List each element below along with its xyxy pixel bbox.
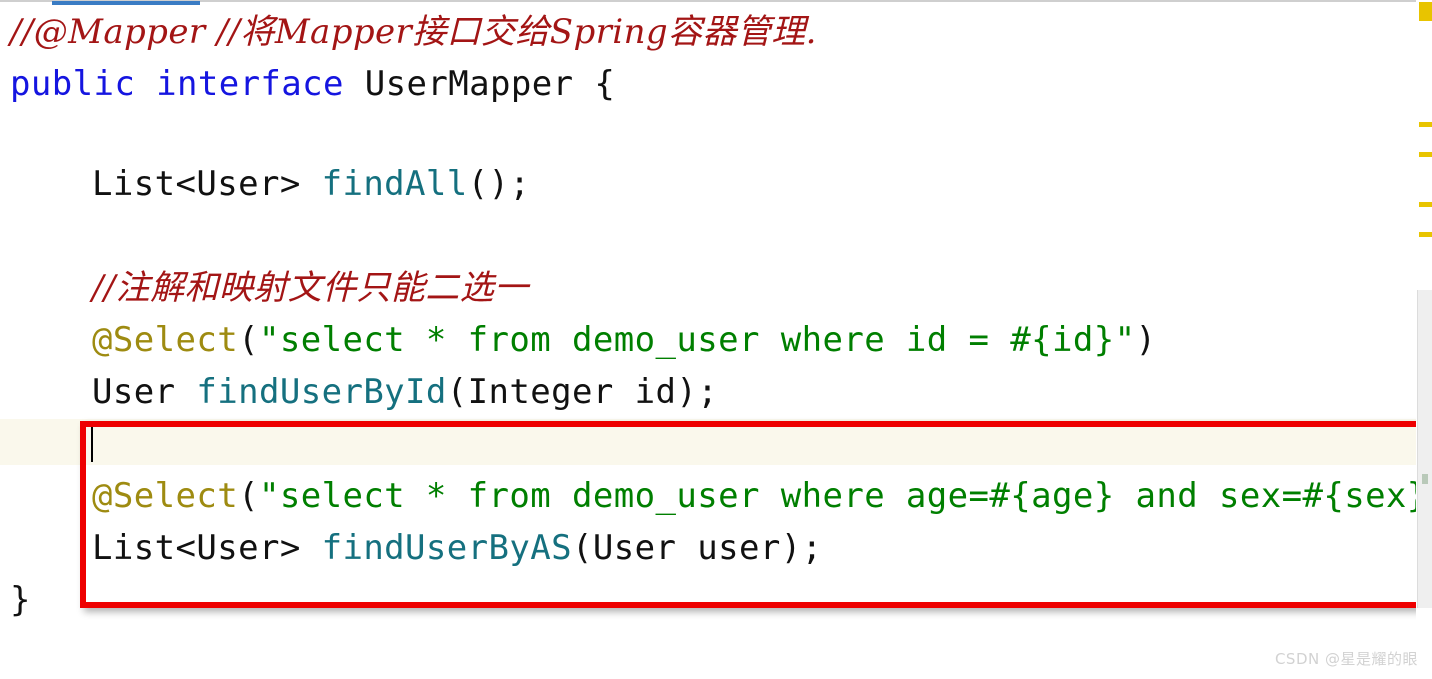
code-token: }: [10, 580, 31, 620]
gutter-warning-marker[interactable]: [1419, 152, 1432, 157]
code-token: (: [446, 372, 468, 412]
code-line[interactable]: }: [0, 574, 1432, 626]
code-token: );: [676, 372, 719, 412]
code-line[interactable]: [0, 418, 1432, 470]
code-token: @Select: [92, 320, 239, 360]
code-token: //@Mapper //将Mapper接口交给Spring容器管理.: [10, 12, 817, 52]
code-editor[interactable]: //@Mapper //将Mapper接口交给Spring容器管理. public…: [0, 0, 1432, 679]
code-line[interactable]: List<User> findUserByAS(User user);: [0, 522, 1432, 574]
code-token: @Select: [92, 476, 239, 516]
code-token: //注解和映射文件只能二选一: [92, 268, 529, 308]
gutter-warning-marker[interactable]: [1419, 2, 1432, 21]
code-token: UserMapper {: [364, 64, 616, 104]
code-token: (: [238, 476, 259, 516]
code-token: User: [92, 372, 197, 412]
code-token: (: [572, 528, 593, 568]
code-line[interactable]: @Select("select * from demo_user where a…: [0, 470, 1432, 522]
code-token: findAll: [321, 164, 468, 204]
code-token: ): [1135, 320, 1157, 360]
code-token: Integer id: [467, 372, 677, 412]
code-token: public interface: [10, 64, 365, 104]
code-token: "select * from demo_user where age=#{age…: [258, 476, 1432, 516]
gutter-warning-marker[interactable]: [1419, 122, 1432, 127]
gutter-warning-marker[interactable]: [1419, 202, 1432, 207]
code-line[interactable]: //注解和映射文件只能二选一: [0, 262, 1432, 314]
code-token: ();: [467, 164, 531, 204]
code-token: findUserByAS: [321, 528, 573, 568]
code-token: );: [780, 528, 823, 568]
code-line[interactable]: User findUserById(Integer id);: [0, 366, 1432, 418]
code-token: List<User>: [92, 528, 322, 568]
code-line[interactable]: public interface UserMapper {: [0, 58, 1432, 110]
text-caret: [91, 424, 93, 462]
code-line[interactable]: @Select("select * from demo_user where i…: [0, 314, 1432, 366]
code-token: "select * from demo_user where id = #{id…: [258, 320, 1136, 360]
code-token: User user: [592, 528, 781, 568]
code-token: (: [238, 320, 259, 360]
scrollbar-marker-green: [1422, 474, 1428, 484]
code-line[interactable]: List<User> findAll();: [0, 158, 1432, 210]
scrollbar-thumb[interactable]: [1417, 290, 1432, 608]
gutter-warning-marker[interactable]: [1419, 232, 1432, 237]
code-token: List<User>: [92, 164, 322, 204]
scrollbar-gutter[interactable]: [1416, 0, 1432, 679]
code-text-area[interactable]: //@Mapper //将Mapper接口交给Spring容器管理. public…: [0, 0, 1432, 679]
code-token: findUserById: [196, 372, 447, 412]
code-line[interactable]: //@Mapper //将Mapper接口交给Spring容器管理.: [0, 6, 1432, 58]
csdn-watermark: CSDN @星是耀的眼: [1274, 650, 1418, 668]
